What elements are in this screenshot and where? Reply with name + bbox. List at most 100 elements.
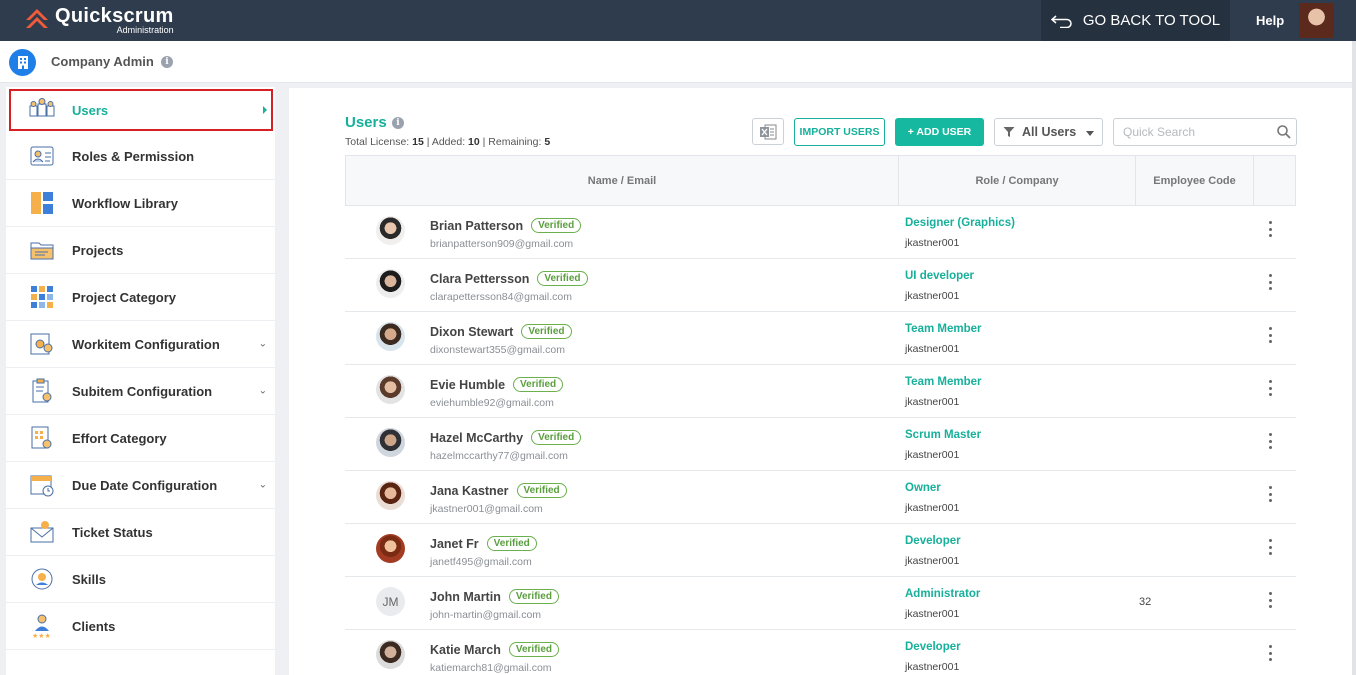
table-body: Brian Patterson Verified brianpatterson9… bbox=[345, 206, 1296, 675]
table-row[interactable]: JM John Martin Verified john-martin@gmai… bbox=[345, 577, 1296, 630]
chevron-down-icon[interactable]: ⌄ bbox=[259, 339, 267, 350]
user-role: Owner bbox=[905, 482, 941, 494]
sidebar-item-label: Clients bbox=[72, 618, 116, 634]
page-title: Company Admin bbox=[51, 54, 154, 69]
more-options-icon[interactable] bbox=[1267, 433, 1273, 449]
go-back-to-tool-button[interactable]: GO BACK TO TOOL bbox=[1041, 0, 1230, 41]
export-excel-button[interactable] bbox=[752, 118, 784, 145]
sidebar-item-skills[interactable]: Skills bbox=[6, 556, 275, 603]
user-name[interactable]: Clara Pettersson Verified bbox=[430, 271, 588, 286]
remaining-value: 5 bbox=[544, 136, 551, 148]
more-options-icon[interactable] bbox=[1267, 380, 1273, 396]
caret-right-icon bbox=[263, 106, 267, 114]
folder-icon bbox=[30, 242, 54, 260]
sidebar-item-projects[interactable]: Projects bbox=[6, 227, 275, 274]
more-options-icon[interactable] bbox=[1267, 327, 1273, 343]
table-row[interactable]: Dixon Stewart Verified dixonstewart355@g… bbox=[345, 312, 1296, 365]
sidebar-item-due-date-configuration[interactable]: Due Date Configuration ⌄ bbox=[6, 462, 275, 509]
sidebar-item-roles-permission[interactable]: Roles & Permission bbox=[6, 133, 275, 180]
column-header-name-email[interactable]: Name / Email bbox=[346, 156, 899, 205]
user-name[interactable]: Hazel McCarthy Verified bbox=[430, 430, 582, 445]
sidebar-item-effort-category[interactable]: Effort Category bbox=[6, 415, 275, 462]
skills-icon bbox=[31, 568, 53, 590]
chevron-down-icon[interactable]: ⌄ bbox=[259, 386, 267, 397]
more-options-icon[interactable] bbox=[1267, 592, 1273, 608]
go-back-label: GO BACK TO TOOL bbox=[1082, 12, 1221, 29]
sidebar-item-label: Roles & Permission bbox=[72, 148, 195, 164]
clipboard-gear-icon bbox=[32, 378, 52, 403]
sidebar-item-clients[interactable]: ★★★ Clients bbox=[6, 603, 275, 650]
help-link[interactable]: Help bbox=[1256, 13, 1284, 28]
more-options-icon[interactable] bbox=[1267, 539, 1273, 555]
more-options-icon[interactable] bbox=[1267, 221, 1273, 237]
info-icon[interactable]: i bbox=[161, 56, 173, 68]
verified-badge: Verified bbox=[516, 483, 567, 498]
user-role: UI developer bbox=[905, 270, 975, 282]
sidebar-item-users[interactable]: Users bbox=[9, 89, 273, 131]
table-row[interactable]: Jana Kastner Verified jkastner001@gmail.… bbox=[345, 471, 1296, 524]
import-users-button[interactable]: IMPORT USERS bbox=[794, 118, 885, 146]
sidebar-item-label: Due Date Configuration bbox=[72, 477, 218, 493]
logo-subtitle: Administration bbox=[116, 25, 174, 35]
page-scrollbar[interactable] bbox=[1352, 41, 1356, 675]
user-company: jkastner001 bbox=[905, 237, 960, 249]
user-role: Team Member bbox=[905, 376, 982, 388]
profile-avatar[interactable] bbox=[1299, 3, 1334, 38]
user-name-text: Janet Fr bbox=[430, 536, 479, 551]
table-row[interactable]: Janet Fr Verified janetf495@gmail.com De… bbox=[345, 524, 1296, 577]
verified-badge: Verified bbox=[521, 324, 572, 339]
more-options-icon[interactable] bbox=[1267, 274, 1273, 290]
more-options-icon[interactable] bbox=[1267, 486, 1273, 502]
workflow-icon bbox=[31, 192, 53, 214]
sidebar-item-subitem-configuration[interactable]: Subitem Configuration ⌄ bbox=[6, 368, 275, 415]
users-icon bbox=[29, 98, 55, 117]
user-name[interactable]: Janet Fr Verified bbox=[430, 536, 537, 551]
chevron-down-icon[interactable]: ⌄ bbox=[259, 480, 267, 491]
user-name[interactable]: Jana Kastner Verified bbox=[430, 483, 567, 498]
user-company: jkastner001 bbox=[905, 608, 960, 620]
user-name[interactable]: Brian Patterson Verified bbox=[430, 218, 582, 233]
user-name-text: Clara Pettersson bbox=[430, 271, 530, 286]
user-name[interactable]: Evie Humble Verified bbox=[430, 377, 564, 392]
user-name[interactable]: Katie March Verified bbox=[430, 642, 559, 657]
sidebar-item-workitem-configuration[interactable]: Workitem Configuration ⌄ bbox=[6, 321, 275, 368]
user-name[interactable]: John Martin Verified bbox=[430, 589, 559, 604]
user-avatar bbox=[376, 322, 405, 351]
more-options-icon[interactable] bbox=[1267, 645, 1273, 661]
user-email: john-martin@gmail.com bbox=[430, 609, 542, 621]
sidebar-item-label: Ticket Status bbox=[72, 524, 153, 540]
user-avatar bbox=[376, 481, 405, 510]
info-icon[interactable]: i bbox=[392, 117, 404, 129]
sidebar-item-workflow-library[interactable]: Workflow Library bbox=[6, 180, 275, 227]
logo-chevron-icon bbox=[24, 6, 50, 32]
table-row[interactable]: Brian Patterson Verified brianpatterson9… bbox=[345, 206, 1296, 259]
calendar-clock-icon bbox=[30, 475, 54, 497]
search-icon[interactable] bbox=[1277, 125, 1291, 139]
table-row[interactable]: Clara Pettersson Verified clarapettersso… bbox=[345, 259, 1296, 312]
sidebar-item-project-category[interactable]: Project Category bbox=[6, 274, 275, 321]
users-table: Name / Email Role / Company Employee Cod… bbox=[345, 155, 1296, 675]
users-panel: Users i Total License: 15 | Added: 10 | … bbox=[289, 88, 1352, 675]
add-user-button[interactable]: + ADD USER bbox=[895, 118, 984, 146]
table-row[interactable]: Katie March Verified katiemarch81@gmail.… bbox=[345, 630, 1296, 675]
sidebar-item-ticket-status[interactable]: Ticket Status bbox=[6, 509, 275, 556]
sidebar-item-label: Workflow Library bbox=[72, 195, 178, 211]
added-value: 10 bbox=[468, 136, 480, 148]
table-row[interactable]: Hazel McCarthy Verified hazelmccarthy77@… bbox=[345, 418, 1296, 471]
table-header: Name / Email Role / Company Employee Cod… bbox=[345, 155, 1296, 206]
quickscrum-logo[interactable]: Quickscrum Administration bbox=[24, 6, 174, 36]
verified-badge: Verified bbox=[486, 536, 537, 551]
search-input[interactable] bbox=[1123, 119, 1273, 145]
sidebar-item-label: Project Category bbox=[72, 289, 177, 305]
user-company: jkastner001 bbox=[905, 449, 960, 461]
license-summary: Total License: 15 | Added: 10 | Remainin… bbox=[345, 136, 550, 148]
user-email: dixonstewart355@gmail.com bbox=[430, 344, 565, 356]
column-header-role-company[interactable]: Role / Company bbox=[899, 156, 1136, 205]
column-header-employee-code[interactable]: Employee Code bbox=[1136, 156, 1254, 205]
user-name[interactable]: Dixon Stewart Verified bbox=[430, 324, 572, 339]
user-filter-select[interactable]: All Users bbox=[994, 118, 1103, 146]
user-avatar bbox=[376, 534, 405, 563]
added-label: Added: bbox=[431, 136, 466, 148]
total-license-label: Total License: bbox=[345, 136, 410, 148]
table-row[interactable]: Evie Humble Verified eviehumble92@gmail.… bbox=[345, 365, 1296, 418]
